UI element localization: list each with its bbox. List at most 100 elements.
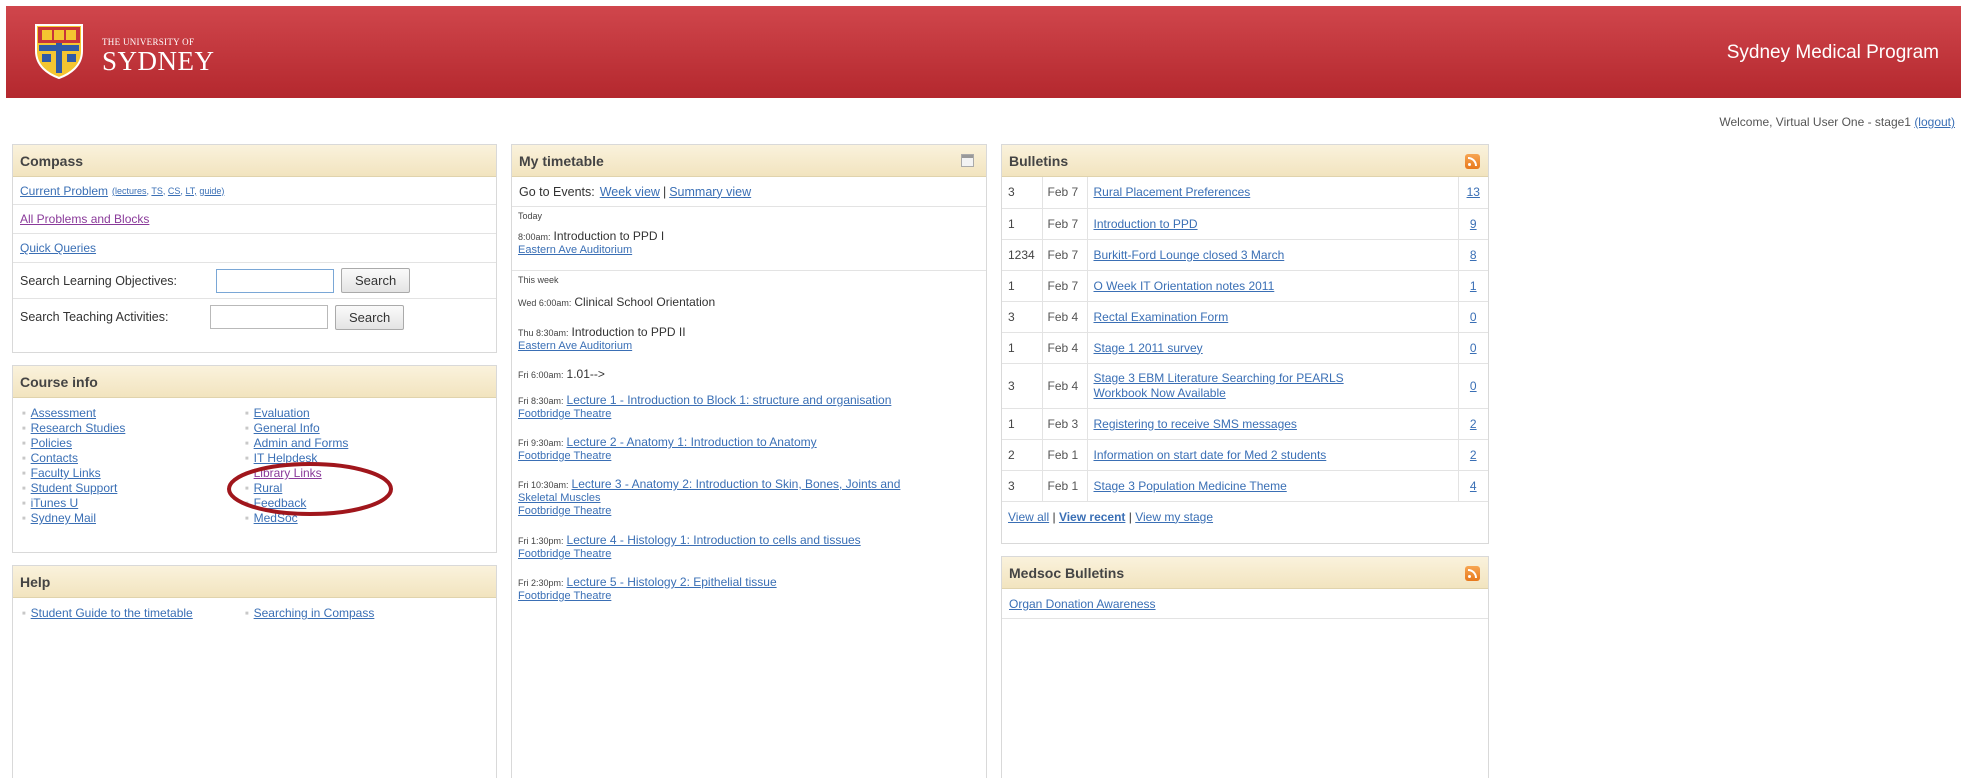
bulletin-link-continued[interactable]: Workbook Now Available: [1094, 386, 1226, 400]
search-ta-button[interactable]: Search: [335, 304, 405, 330]
current-problem-sublinks: (lectures, TS, CS, LT, guide): [112, 186, 224, 196]
goto-events-label: Go to Events:: [519, 184, 595, 199]
event-location[interactable]: Footbridge Theatre: [518, 590, 980, 603]
event-title-link[interactable]: Lecture 4 - Histology 1: Introduction to…: [567, 533, 861, 547]
guide-link[interactable]: guide): [199, 186, 224, 196]
bulletin-link[interactable]: O Week IT Orientation notes 2011: [1094, 279, 1275, 293]
bulletin-link[interactable]: Rural Placement Preferences: [1094, 185, 1251, 199]
course-link-general-info[interactable]: General Info: [245, 421, 348, 436]
course-link-evaluation[interactable]: Evaluation: [245, 406, 348, 421]
current-problem-link[interactable]: Current Problem: [20, 184, 108, 198]
course-link-policies[interactable]: Policies: [22, 436, 125, 451]
event-title-link[interactable]: Lecture 1 - Introduction to Block 1: str…: [567, 393, 892, 407]
event-item: Fri 2:30pm: Lecture 5 - Histology 2: Epit…: [518, 575, 980, 617]
event-title-link[interactable]: Lecture 2 - Anatomy 1: Introduction to A…: [567, 435, 817, 449]
bulletin-count[interactable]: 9: [1470, 217, 1477, 231]
highlight-ellipse-annotation: [227, 462, 393, 516]
table-row: 1 Feb 4 Stage 1 2011 survey 0: [1002, 332, 1488, 364]
course-link-admin-forms[interactable]: Admin and Forms: [245, 436, 349, 451]
course-link-assessment[interactable]: Assessment: [22, 406, 125, 421]
rss-feed-icon[interactable]: [1465, 566, 1480, 581]
separator: |: [662, 184, 667, 199]
bulletins-table: 3 Feb 7 Rural Placement Preferences 13 1F…: [1002, 177, 1488, 502]
cs-link[interactable]: CS,: [168, 186, 183, 196]
search-lo-input[interactable]: [216, 268, 334, 293]
course-link-sydney-mail[interactable]: Sydney Mail: [22, 511, 125, 526]
bulletin-link[interactable]: Information on start date for Med 2 stud…: [1094, 448, 1327, 462]
bulletin-count[interactable]: 0: [1470, 379, 1477, 393]
week-view-link[interactable]: Week view: [600, 185, 660, 199]
search-lo-label: Search Learning Objectives:: [20, 273, 178, 288]
help-left-column: Student Guide to the timetable: [22, 606, 193, 621]
event-location[interactable]: Footbridge Theatre: [518, 408, 980, 421]
view-my-stage-link[interactable]: View my stage: [1135, 510, 1213, 524]
event-item: Fri 10:30am: Lecture 3 - Anatomy 2: Intro…: [518, 477, 980, 533]
bulletins-title: Bulletins: [1009, 153, 1069, 169]
event-item: Fri 6:00am: 1.01-->: [518, 367, 605, 381]
current-problem-row: Current Problem (lectures, TS, CS, LT, g…: [13, 177, 496, 205]
bulletin-count[interactable]: 13: [1467, 185, 1480, 199]
course-link-contacts[interactable]: Contacts: [22, 451, 125, 466]
bulletin-count[interactable]: 8: [1470, 248, 1477, 262]
bulletin-count[interactable]: 2: [1470, 448, 1477, 462]
bulletin-count[interactable]: 4: [1470, 479, 1477, 493]
event-item: Fri 1:30pm: Lecture 4 - Histology 1: Intr…: [518, 533, 980, 575]
bulletins-footer: View all | View recent | View my stage: [1002, 502, 1488, 532]
view-all-link[interactable]: View all: [1008, 510, 1049, 524]
bulletin-count[interactable]: 0: [1470, 341, 1477, 355]
course-link-faculty[interactable]: Faculty Links: [22, 466, 125, 481]
course-link-itunes[interactable]: iTunes U: [22, 496, 125, 511]
bulletin-link[interactable]: Stage 3 Population Medicine Theme: [1094, 479, 1287, 493]
table-row: 1 Feb 7 O Week IT Orientation notes 2011 …: [1002, 270, 1488, 302]
search-lo-button[interactable]: Search: [341, 268, 411, 293]
event-location[interactable]: Footbridge Theatre: [518, 450, 980, 463]
bulletin-link[interactable]: Stage 3 EBM Literature Searching for PEA…: [1094, 371, 1344, 385]
bulletin-link[interactable]: Stage 1 2011 survey: [1094, 341, 1203, 355]
event-title-link[interactable]: Lecture 3 - Anatomy 2: Introduction to S…: [572, 477, 901, 491]
bulletin-link[interactable]: Registering to receive SMS messages: [1094, 417, 1297, 431]
university-crest-icon[interactable]: [32, 21, 86, 79]
bulletin-count[interactable]: 1: [1470, 279, 1477, 293]
bulletin-count[interactable]: 0: [1470, 310, 1477, 324]
timetable-title: My timetable: [519, 153, 604, 169]
ts-link[interactable]: TS,: [151, 186, 165, 196]
help-link-searching[interactable]: Searching in Compass: [245, 606, 375, 621]
event-location[interactable]: Footbridge Theatre: [518, 548, 980, 561]
search-ta-input[interactable]: [210, 305, 328, 329]
medsoc-bulletin-link[interactable]: Organ Donation Awareness: [1009, 597, 1156, 611]
bulletin-link[interactable]: Rectal Examination Form: [1094, 310, 1229, 324]
table-row: 2 Feb 1 Information on start date for Med…: [1002, 439, 1488, 471]
welcome-text: Welcome, Virtual User One - stage1: [1719, 115, 1911, 129]
search-lo-row: Search Learning Objectives: Search: [13, 263, 496, 299]
welcome-message: Welcome, Virtual User One - stage1 (logo…: [1719, 115, 1955, 129]
calendar-icon[interactable]: [961, 154, 974, 167]
lt-link[interactable]: LT,: [185, 186, 196, 196]
event-location[interactable]: Footbridge Theatre: [518, 505, 980, 518]
course-info-left-column: Assessment Research Studies Policies Con…: [22, 406, 126, 526]
logout-link[interactable]: (logout): [1914, 115, 1955, 129]
all-problems-link[interactable]: All Problems and Blocks: [20, 212, 149, 226]
bulletin-link[interactable]: Introduction to PPD: [1094, 217, 1198, 231]
lectures-link[interactable]: (lectures,: [112, 186, 149, 196]
help-link-timetable-guide[interactable]: Student Guide to the timetable: [22, 606, 193, 621]
bulletin-link[interactable]: Burkitt-Ford Lounge closed 3 March: [1094, 248, 1285, 262]
view-recent-link[interactable]: View recent: [1059, 510, 1125, 524]
course-info-panel: Course info Assessment Research Studies …: [12, 365, 497, 553]
event-title-link-continued[interactable]: Skeletal Muscles: [518, 492, 980, 505]
compass-panel: Compass Current Problem (lectures, TS, C…: [12, 144, 497, 353]
help-panel: Help Student Guide to the timetable Sear…: [12, 565, 497, 778]
summary-view-link[interactable]: Summary view: [669, 185, 751, 199]
today-section: Today 8:00am: Introduction to PPD I Easte…: [512, 207, 986, 271]
bulletins-panel: Bulletins 3 Feb 7 Rural Placement Prefere…: [1001, 144, 1489, 544]
quick-queries-link[interactable]: Quick Queries: [20, 241, 96, 255]
event-location[interactable]: Eastern Ave Auditorium: [518, 244, 980, 257]
course-link-research[interactable]: Research Studies: [22, 421, 126, 436]
event-location[interactable]: Eastern Ave Auditorium: [518, 340, 980, 353]
course-link-student-support[interactable]: Student Support: [22, 481, 125, 496]
event-title-link[interactable]: Lecture 5 - Histology 2: Epithelial tiss…: [567, 575, 777, 589]
bulletin-count[interactable]: 2: [1470, 417, 1477, 431]
rss-feed-icon[interactable]: [1465, 154, 1480, 169]
goto-events-row: Go to Events: Week view | Summary view: [512, 177, 986, 207]
compass-header: Compass: [13, 145, 496, 177]
event-item: 8:00am: Introduction to PPD I: [518, 229, 665, 243]
